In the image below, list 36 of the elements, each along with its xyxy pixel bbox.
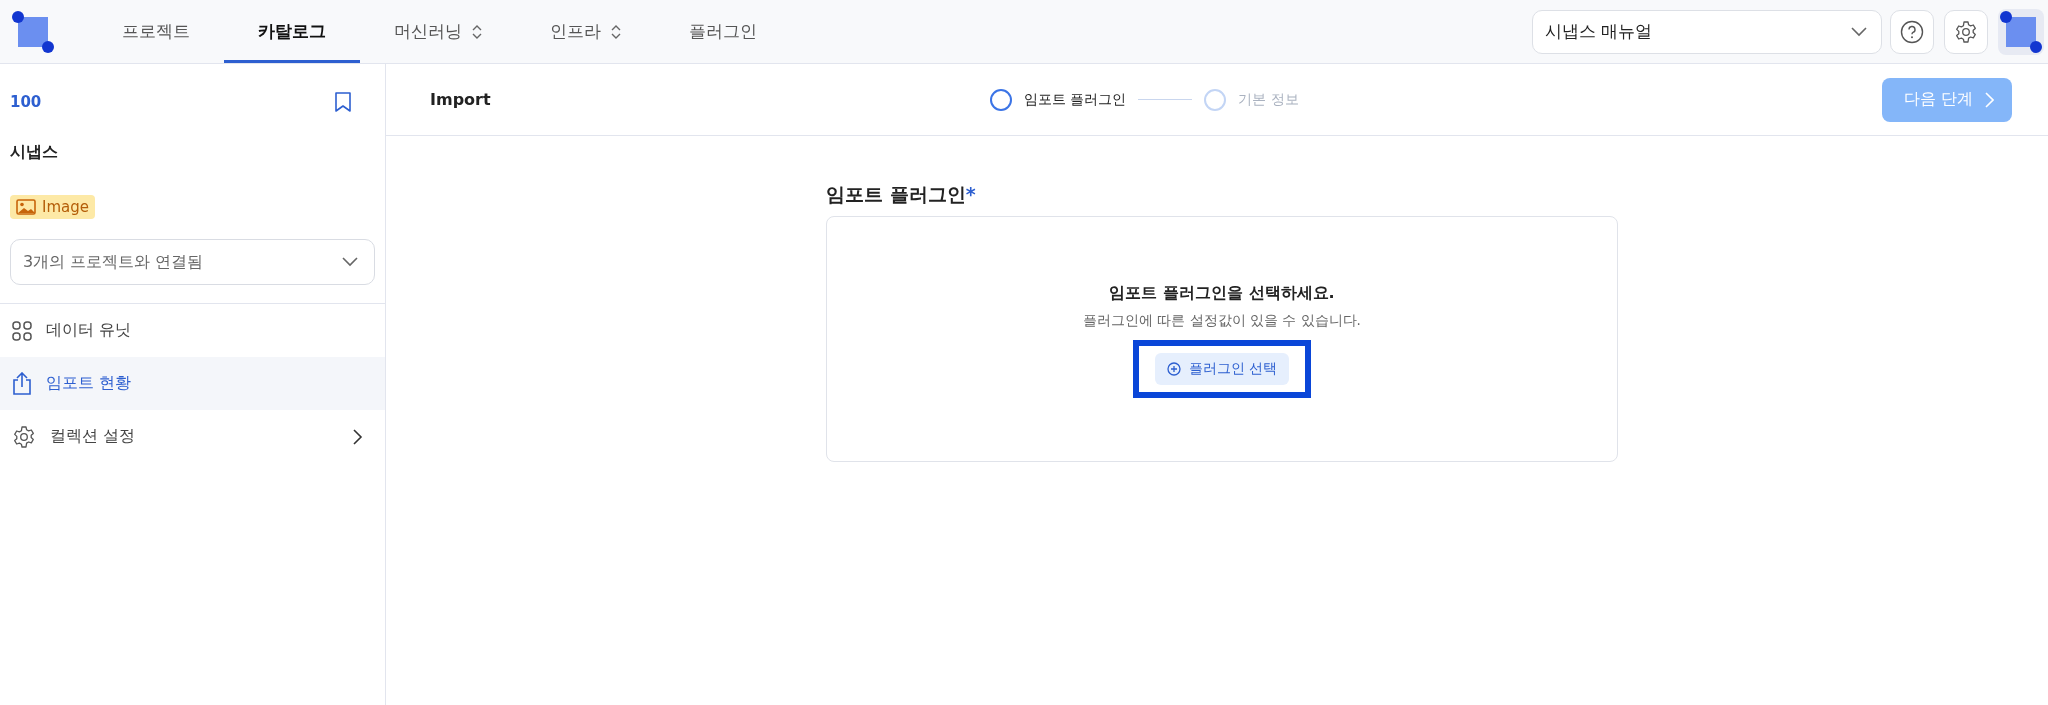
workspace-select[interactable]: 시냅스 매뉴얼 bbox=[1532, 9, 1882, 54]
help-button[interactable] bbox=[1890, 9, 1934, 54]
settings-icon bbox=[12, 424, 36, 449]
help-icon bbox=[1900, 19, 1924, 44]
sidebar-item[interactable]: 임포트 현황 bbox=[0, 357, 385, 410]
step-label: 기본 정보 bbox=[1238, 90, 1299, 109]
settings-button[interactable] bbox=[1944, 9, 1988, 54]
nav-tab[interactable]: 카탈로그 bbox=[224, 0, 360, 63]
step-label: 임포트 플러그인 bbox=[1024, 90, 1127, 109]
type-badge: Image bbox=[10, 195, 95, 219]
empty-state-heading: 임포트 플러그인을 선택하세요. bbox=[1109, 283, 1335, 304]
chevron-down-icon bbox=[342, 257, 358, 267]
empty-state-description: 플러그인에 따른 설정값이 있을 수 있습니다. bbox=[1083, 312, 1361, 330]
section-title: 임포트 플러그인* bbox=[826, 182, 977, 207]
bookmark-icon[interactable] bbox=[335, 92, 351, 112]
settings-icon bbox=[1954, 19, 1978, 44]
chevron-down-icon bbox=[1851, 26, 1867, 37]
image-icon bbox=[16, 199, 36, 215]
grid-icon bbox=[12, 320, 32, 341]
projects-select[interactable]: 3개의 프로젝트와 연결됨 bbox=[10, 239, 375, 285]
nav-tab[interactable]: 프로젝트 bbox=[88, 0, 224, 63]
chevron-right-icon bbox=[1985, 91, 1994, 108]
sidebar-item[interactable]: 컬렉션 설정 bbox=[0, 410, 385, 463]
avatar[interactable] bbox=[1998, 8, 2044, 55]
collection-title: 시냅스 bbox=[10, 142, 59, 163]
nav-tab[interactable]: 인프라 bbox=[516, 0, 655, 63]
avatar-logo-icon bbox=[1998, 8, 2044, 55]
nav-tab[interactable]: 머신러닝 bbox=[360, 0, 516, 63]
logo-icon bbox=[10, 8, 56, 55]
nav-tab[interactable]: 플러그인 bbox=[655, 0, 791, 63]
page-title: Import bbox=[430, 90, 492, 109]
select-plugin-button[interactable]: 플러그인 선택 bbox=[1154, 353, 1290, 385]
sidebar-item[interactable]: 데이터 유닛 bbox=[0, 304, 385, 357]
collection-id: 100 bbox=[10, 93, 42, 111]
plus-circle-icon bbox=[1166, 362, 1181, 376]
upload-icon bbox=[12, 371, 32, 396]
